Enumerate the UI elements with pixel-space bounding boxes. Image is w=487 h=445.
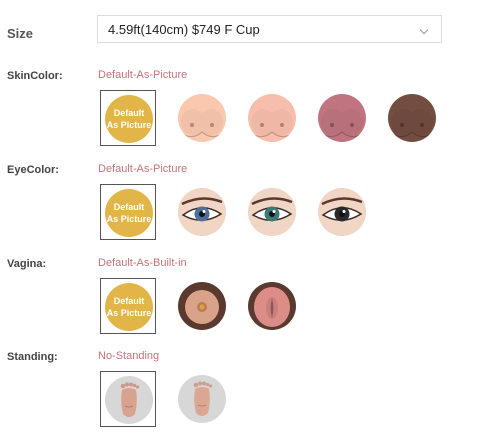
eye-swatch-1[interactable] (174, 184, 230, 240)
standing-value: No-Standing (98, 350, 160, 362)
eye-thumbnail (248, 188, 296, 236)
vagina-swatch-default[interactable]: Default As Picture (100, 278, 156, 334)
eye-color-swatches: Default As Picture (100, 184, 370, 240)
eye-swatch-3[interactable] (314, 184, 370, 240)
skin-tone-thumbnail (178, 94, 226, 142)
skin-tone-thumbnail (248, 94, 296, 142)
vagina-label: Vagina: (7, 258, 47, 270)
skin-swatch-default[interactable]: Default As Picture (100, 90, 156, 146)
insert-thumbnail (178, 282, 226, 330)
default-as-picture-badge: Default As Picture (105, 95, 153, 143)
standing-label: Standing: (7, 351, 58, 363)
standing-swatch-1[interactable] (100, 371, 156, 427)
skin-swatch-4[interactable] (384, 90, 440, 146)
eye-thumbnail (318, 188, 366, 236)
skin-swatch-1[interactable] (174, 90, 230, 146)
vagina-swatch-1[interactable] (174, 278, 230, 334)
eye-swatch-2[interactable] (244, 184, 300, 240)
vagina-swatches: Default As Picture (100, 278, 300, 334)
skin-color-value: Default-As-Picture (98, 69, 188, 81)
standing-swatches (100, 371, 300, 427)
default-as-picture-badge: Default As Picture (105, 283, 153, 331)
size-select[interactable]: 4.59ft(140cm) $749 F Cup (97, 15, 442, 43)
skin-color-swatches: Default As Picture (100, 90, 436, 146)
vagina-swatch-2[interactable] (244, 278, 300, 334)
eye-color-value: Default-As-Picture (98, 163, 188, 175)
chevron-down-icon (419, 25, 429, 35)
eye-thumbnail (178, 188, 226, 236)
eye-color-label: EyeColor: (7, 164, 59, 176)
skin-tone-thumbnail (388, 94, 436, 142)
vagina-value: Default-As-Built-in (98, 257, 187, 269)
foot-icon (178, 375, 226, 423)
skin-swatch-2[interactable] (244, 90, 300, 146)
builtin-thumbnail (248, 282, 296, 330)
eye-swatch-default[interactable]: Default As Picture (100, 184, 156, 240)
foot-icon (105, 376, 153, 424)
skin-color-label: SkinColor: (7, 70, 63, 82)
skin-swatch-3[interactable] (314, 90, 370, 146)
standing-swatch-2[interactable] (174, 371, 230, 427)
default-as-picture-badge: Default As Picture (105, 189, 153, 237)
size-select-value: 4.59ft(140cm) $749 F Cup (108, 22, 260, 37)
skin-tone-thumbnail (318, 94, 366, 142)
size-label: Size (7, 26, 34, 41)
